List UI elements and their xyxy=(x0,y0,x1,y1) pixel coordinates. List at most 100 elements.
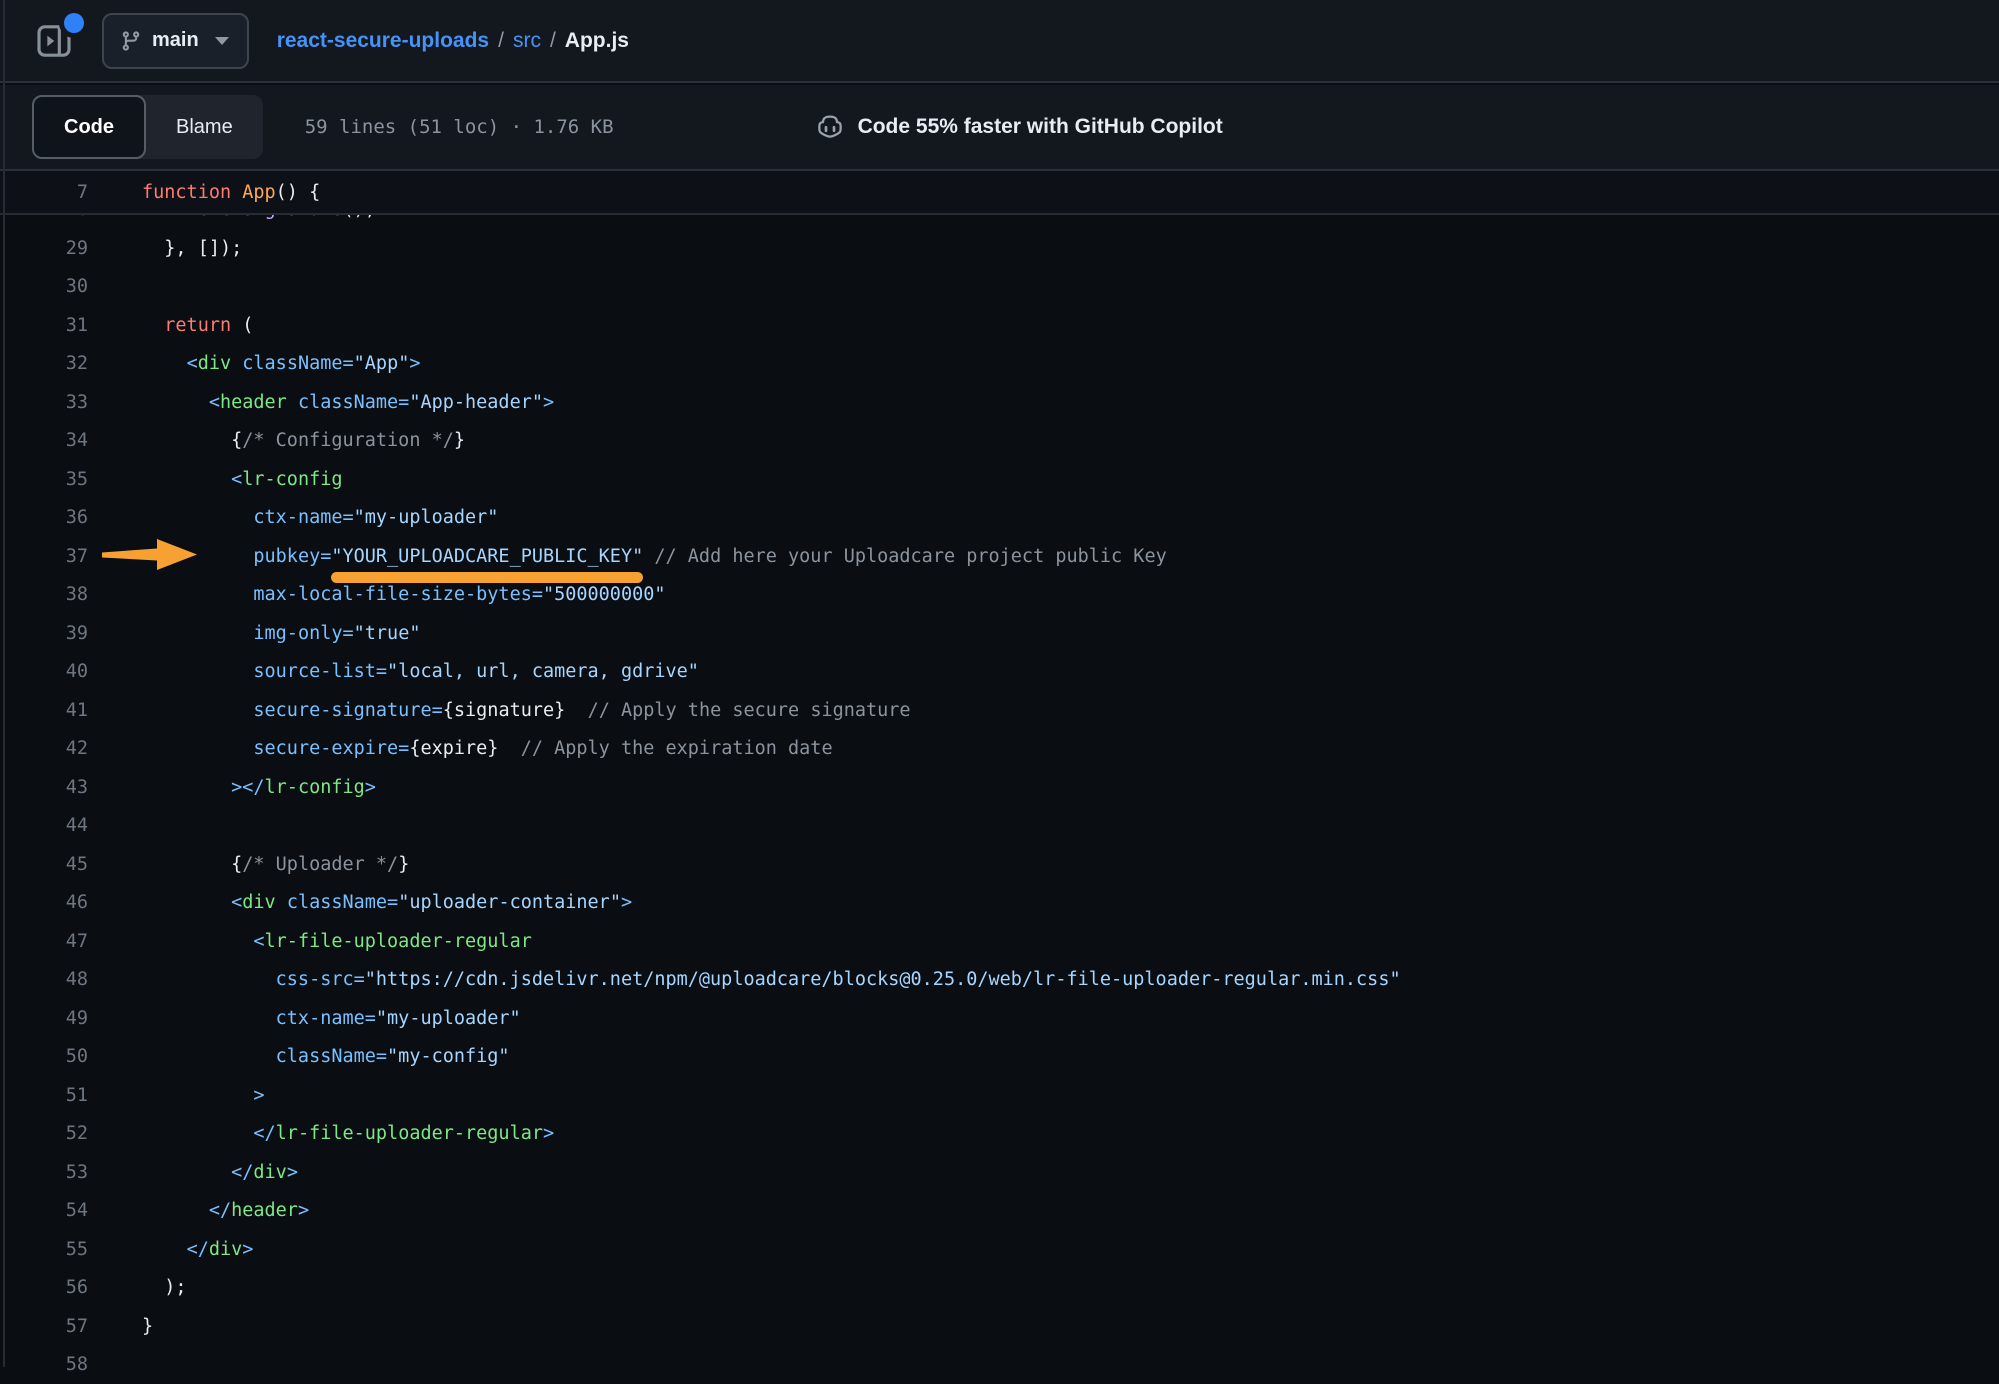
line-number[interactable]: 53 xyxy=(0,1162,88,1183)
line-number[interactable]: 52 xyxy=(0,1123,88,1144)
line-number[interactable]: 57 xyxy=(0,1316,88,1337)
code-line-text: ctx-name="my-uploader" xyxy=(88,1008,521,1029)
copilot-banner-text: Code 55% faster with GitHub Copilot xyxy=(858,115,1223,139)
line-number[interactable]: 31 xyxy=(0,315,88,336)
github-copilot-icon xyxy=(814,111,846,143)
code-line-text: <div className="App"> xyxy=(88,353,421,374)
notification-dot xyxy=(64,13,84,33)
code-line-text: }, []); xyxy=(88,238,242,259)
code-row: 36 ctx-name="my-uploader" xyxy=(0,498,1999,537)
code-row: 31 return ( xyxy=(0,306,1999,345)
code-row: 57} xyxy=(0,1307,1999,1346)
code-line-text: css-src="https://cdn.jsdelivr.net/npm/@u… xyxy=(88,969,1401,990)
code-row: 49 ctx-name="my-uploader" xyxy=(0,999,1999,1038)
line-number[interactable]: 51 xyxy=(0,1085,88,1106)
annotation-underline xyxy=(331,572,643,583)
line-number[interactable]: 49 xyxy=(0,1008,88,1029)
line-number[interactable]: 45 xyxy=(0,854,88,875)
code-line-text: source-list="local, url, camera, gdrive" xyxy=(88,661,699,682)
branch-name: main xyxy=(152,29,199,52)
code-row: 33 <header className="App-header"> xyxy=(0,383,1999,422)
line-number[interactable]: 35 xyxy=(0,469,88,490)
tab-code[interactable]: Code xyxy=(32,95,146,159)
line-number[interactable]: 33 xyxy=(0,392,88,413)
line-number[interactable]: 56 xyxy=(0,1277,88,1298)
line-number[interactable]: 54 xyxy=(0,1200,88,1221)
code-row: 32 <div className="App"> xyxy=(0,344,1999,383)
breadcrumb: react-secure-uploads / src / App.js xyxy=(277,29,629,53)
breadcrumb-repo-link[interactable]: react-secure-uploads xyxy=(277,29,489,53)
page-edge-divider xyxy=(3,0,5,1367)
tab-blame[interactable]: Blame xyxy=(146,95,263,159)
line-number[interactable]: 41 xyxy=(0,700,88,721)
code-row: 43 ></lr-config> xyxy=(0,768,1999,807)
code-line-text: max-local-file-size-bytes="500000000" xyxy=(88,584,666,605)
code-row: 50 className="my-config" xyxy=(0,1037,1999,1076)
code-row: 48 css-src="https://cdn.jsdelivr.net/npm… xyxy=(0,960,1999,999)
line-number[interactable]: 47 xyxy=(0,931,88,952)
line-number[interactable]: 39 xyxy=(0,623,88,644)
line-number[interactable]: 43 xyxy=(0,777,88,798)
line-number[interactable]: 48 xyxy=(0,969,88,990)
line-number[interactable]: 40 xyxy=(0,661,88,682)
code-row: 39 img-only="true" xyxy=(0,614,1999,653)
code-line-text: img-only="true" xyxy=(88,623,420,644)
code-line-text: </div> xyxy=(88,1239,253,1260)
code-line-text: ); xyxy=(88,1277,187,1298)
code-row: 40 source-list="local, url, camera, gdri… xyxy=(0,652,1999,691)
line-number[interactable]: 46 xyxy=(0,892,88,913)
line-number[interactable]: 36 xyxy=(0,507,88,528)
code-row: 38 max-local-file-size-bytes="500000000" xyxy=(0,575,1999,614)
code-line-text: ctx-name="my-uploader" xyxy=(88,507,498,528)
expand-file-tree-button[interactable] xyxy=(30,17,78,65)
code-line-text: {/* Configuration */} xyxy=(88,430,465,451)
code-row: 58 xyxy=(0,1345,1999,1384)
code-row: 41 secure-signature={signature} // Apply… xyxy=(0,691,1999,730)
line-number[interactable]: 30 xyxy=(0,276,88,297)
line-number[interactable]: 42 xyxy=(0,738,88,759)
file-stats: 59 lines (51 loc) · 1.76 KB xyxy=(305,116,614,138)
code-row: 56 ); xyxy=(0,1268,1999,1307)
line-number[interactable]: 37 xyxy=(0,546,88,567)
file-view-toolbar: Code Blame 59 lines (51 loc) · 1.76 KB C… xyxy=(0,85,1999,171)
code-line-text: {/* Uploader */} xyxy=(88,854,409,875)
code-line-text: function App() { xyxy=(88,182,320,203)
branch-selector-button[interactable]: main xyxy=(102,13,249,69)
code-row: 37 pubkey="YOUR_UPLOADCARE_PUBLIC_KEY" /… xyxy=(0,537,1999,576)
line-number[interactable]: 29 xyxy=(0,238,88,259)
line-number[interactable]: 38 xyxy=(0,584,88,605)
code-row: 46 <div className="uploader-container"> xyxy=(0,883,1999,922)
line-number[interactable]: 58 xyxy=(0,1354,88,1375)
sticky-scope-line: 7function App() { xyxy=(0,171,1999,215)
code-row: 35 <lr-config xyxy=(0,460,1999,499)
code-row: 53 </div> xyxy=(0,1153,1999,1192)
code-row: 30 xyxy=(0,267,1999,306)
code-row: 54 </header> xyxy=(0,1191,1999,1230)
git-branch-icon xyxy=(120,30,142,52)
code-row: 44 xyxy=(0,806,1999,845)
code-row: 42 secure-expire={expire} // Apply the e… xyxy=(0,729,1999,768)
line-number[interactable]: 50 xyxy=(0,1046,88,1067)
code-line-text: pubkey="YOUR_UPLOADCARE_PUBLIC_KEY" // A… xyxy=(88,546,1167,567)
annotation-arrow-icon xyxy=(100,536,200,581)
code-row: 34 {/* Configuration */} xyxy=(0,421,1999,460)
line-number[interactable]: 44 xyxy=(0,815,88,836)
line-number[interactable]: 55 xyxy=(0,1239,88,1260)
code-line-text: <header className="App-header"> xyxy=(88,392,554,413)
code-line-text: </lr-file-uploader-regular> xyxy=(88,1123,554,1144)
code-line-text: return ( xyxy=(88,315,253,336)
file-header-bar: main react-secure-uploads / src / App.js xyxy=(0,0,1999,83)
code-line-text: </header> xyxy=(88,1200,309,1221)
line-number[interactable]: 7 xyxy=(0,182,88,203)
code-viewer: 28 fetchSignature();29 }, []);3031 retur… xyxy=(0,171,1999,1367)
chevron-down-icon xyxy=(215,37,229,45)
line-number[interactable]: 32 xyxy=(0,353,88,374)
line-number[interactable]: 34 xyxy=(0,430,88,451)
code-line-text: </div> xyxy=(88,1162,298,1183)
code-line-text: <lr-file-uploader-regular xyxy=(88,931,532,952)
breadcrumb-folder-link[interactable]: src xyxy=(513,29,541,53)
code-line-text: > xyxy=(88,1085,265,1106)
breadcrumb-filename: App.js xyxy=(565,29,629,53)
code-row: 52 </lr-file-uploader-regular> xyxy=(0,1114,1999,1153)
copilot-banner-link[interactable]: Code 55% faster with GitHub Copilot xyxy=(814,111,1223,143)
